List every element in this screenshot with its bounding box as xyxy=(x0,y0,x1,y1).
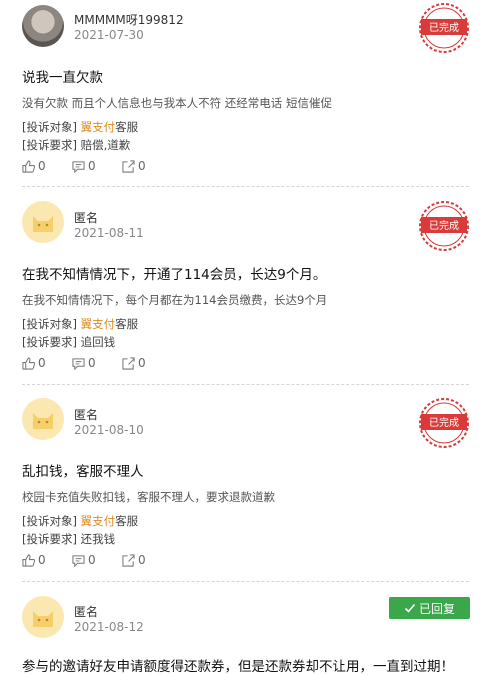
avatar[interactable] xyxy=(22,5,64,47)
svg-text:已完成: 已完成 xyxy=(429,416,459,429)
comment-button[interactable]: 0 xyxy=(72,356,118,370)
cat-icon xyxy=(33,413,53,429)
share-button[interactable]: 0 xyxy=(122,159,168,173)
complaint-demand: [投诉要求] 赔偿,道歉 xyxy=(22,138,131,152)
complaint-title[interactable]: 在我不知情情况下，开通了114会员，长达9个月。 xyxy=(22,263,326,283)
share-icon xyxy=(122,553,135,567)
comment-button[interactable]: 0 xyxy=(72,159,118,173)
comment-icon xyxy=(72,160,85,173)
share-button[interactable]: 0 xyxy=(122,356,168,370)
complaint-target: [投诉对象] 翼支付客服 xyxy=(22,514,139,528)
post-date: 2021-08-10 xyxy=(74,423,144,437)
action-bar: 0 0 0 xyxy=(22,356,168,370)
divider xyxy=(22,384,469,385)
avatar[interactable] xyxy=(22,201,64,243)
target-brand-link[interactable]: 翼支付 xyxy=(81,120,116,134)
like-button[interactable]: 0 xyxy=(22,553,68,567)
post-date: 2021-08-12 xyxy=(74,620,144,634)
username[interactable]: 匿名 xyxy=(74,209,98,226)
action-bar: 0 0 0 xyxy=(22,553,168,567)
avatar[interactable] xyxy=(22,596,64,638)
replied-badge: 已回复 xyxy=(389,597,470,619)
username[interactable]: MMMMM呀199812 xyxy=(74,11,184,28)
completed-stamp-icon: 已完成 xyxy=(419,398,469,448)
username[interactable]: 匿名 xyxy=(74,406,98,423)
thumbs-up-icon xyxy=(22,553,35,567)
complaint-title[interactable]: 说我一直欠款 xyxy=(22,66,103,86)
complaint-demand: [投诉要求] 还我钱 xyxy=(22,532,116,546)
divider xyxy=(22,581,469,582)
avatar[interactable] xyxy=(22,398,64,440)
complaint-target: [投诉对象] 翼支付客服 xyxy=(22,120,139,134)
share-icon xyxy=(122,356,135,370)
share-button[interactable]: 0 xyxy=(122,553,168,567)
complaint-description: 在我不知情情况下，每个月都在为114会员缴费，长达9个月 xyxy=(22,293,328,307)
target-brand-link[interactable]: 翼支付 xyxy=(81,514,116,528)
complaint-description: 没有欠款 而且个人信息也与我本人不符 还经常电话 短信催促 xyxy=(22,96,332,110)
complaint-demand: [投诉要求] 追回钱 xyxy=(22,335,116,349)
complaint-title[interactable]: 乱扣钱，客服不理人 xyxy=(22,460,144,480)
thumbs-up-icon xyxy=(22,159,35,173)
complaint-description: 校园卡充值失败扣钱，客服不理人，要求退款道歉 xyxy=(22,490,275,504)
svg-text:已完成: 已完成 xyxy=(429,21,459,34)
comment-icon xyxy=(72,554,85,567)
cat-icon xyxy=(33,611,53,627)
target-brand-link[interactable]: 翼支付 xyxy=(81,317,116,331)
complaint-target: [投诉对象] 翼支付客服 xyxy=(22,317,139,331)
like-button[interactable]: 0 xyxy=(22,356,68,370)
thumbs-up-icon xyxy=(22,356,35,370)
complaint-title[interactable]: 参与的邀请好友申请额度得还款券，但是还款券却不让用，一直到过期！ xyxy=(22,655,454,675)
post-date: 2021-08-11 xyxy=(74,226,144,240)
action-bar: 0 0 0 xyxy=(22,159,168,173)
cat-icon xyxy=(33,216,53,232)
checkmark-icon xyxy=(404,603,416,613)
share-icon xyxy=(122,159,135,173)
divider xyxy=(22,186,469,187)
completed-stamp-icon: 已完成 xyxy=(419,201,469,251)
comment-icon xyxy=(72,357,85,370)
like-button[interactable]: 0 xyxy=(22,159,68,173)
completed-stamp-icon: 已完成 xyxy=(419,3,469,53)
svg-text:已完成: 已完成 xyxy=(429,219,459,232)
comment-button[interactable]: 0 xyxy=(72,553,118,567)
post-date: 2021-07-30 xyxy=(74,28,144,42)
username[interactable]: 匿名 xyxy=(74,603,98,620)
